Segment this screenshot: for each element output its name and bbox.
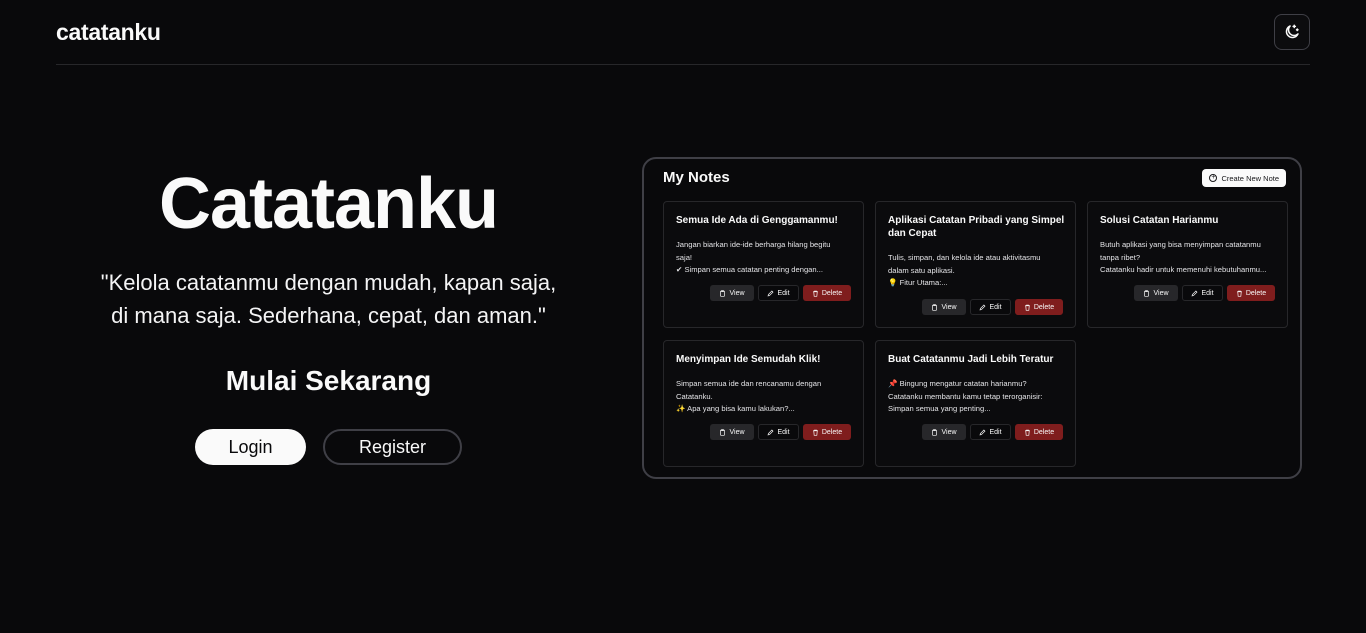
delete-button[interactable]: Delete [1227,285,1275,301]
note-card[interactable]: Menyimpan Ide Semudah Klik! Simpan semua… [663,340,864,467]
edit-button[interactable]: Edit [758,285,799,301]
note-card[interactable]: Semua Ide Ada di Genggamanmu! Jangan bia… [663,201,864,328]
edit-button[interactable]: Edit [758,424,799,440]
note-line-3: Catatanku hadir untuk memenuhi kebutuhan… [1100,265,1267,274]
note-line-1: Tulis, simpan, dan kelola ide atau aktiv… [888,253,1041,262]
view-button[interactable]: View [922,299,966,315]
edit-label: Edit [777,428,790,436]
pencil-icon [980,429,986,435]
note-actions: View Edit Delete [922,424,1063,440]
edit-button[interactable]: Edit [1182,285,1223,301]
note-title: Semua Ide Ada di Genggamanmu! [676,215,838,226]
edit-label: Edit [1201,289,1214,297]
note-body: Simpan semua ide dan rencanamu dengan Ca… [676,378,853,416]
note-title: Aplikasi Catatan Pribadi yang Simpel dan… [888,215,1065,239]
delete-button[interactable]: Delete [1015,424,1063,440]
delete-label: Delete [1245,289,1267,297]
note-line-1: Jangan biarkan ide-ide berharga hilang b… [676,240,831,249]
trash-icon [1024,304,1030,311]
delete-button[interactable]: Delete [1015,299,1063,315]
trash-icon [1024,429,1030,436]
pencil-icon [768,429,774,435]
hero-quote: "Kelola catatanmu dengan mudah, kapan sa… [56,266,601,332]
note-body: Tulis, simpan, dan kelola ide atau aktiv… [888,252,1065,290]
note-line-2: saja! [676,252,693,262]
edit-label: Edit [989,303,1002,311]
note-line-2: Catatanku. [676,391,713,401]
note-line-1: Butuh aplikasi yang bisa menyimpan catat… [1100,240,1261,249]
note-title: Menyimpan Ide Semudah Klik! [676,354,821,365]
theme-toggle-button[interactable] [1274,14,1310,50]
view-label: View [1153,289,1169,297]
delete-label: Delete [1033,428,1055,436]
note-actions: View Edit Delete [710,424,851,440]
note-card[interactable]: Solusi Catatan Harianmu Butuh aplikasi y… [1087,201,1288,328]
hero-section: Catatanku "Kelola catatanmu dengan mudah… [56,160,601,465]
hero-actions: Login Register [56,429,601,465]
note-line-3: ✔ Simpan semua catatan penting dengan... [676,265,823,274]
note-line-2: tanpa ribet? [1100,252,1141,262]
pencil-icon [980,304,986,310]
clipboard-icon [720,428,726,436]
trash-icon [1236,290,1242,297]
view-button[interactable]: View [1134,285,1178,301]
note-line-1: 📌 Bingung mengatur catatan harianmu? [888,379,1027,388]
clipboard-icon [932,428,938,436]
note-title: Solusi Catatan Harianmu [1100,215,1219,226]
note-actions: View Edit Delete [922,299,1063,315]
note-line-3: 💡 Fitur Utama:... [888,278,948,287]
note-title: Buat Catatanmu Jadi Lebih Teratur [888,354,1054,365]
pencil-icon [1192,290,1198,296]
preview-title: My Notes [663,169,730,186]
clipboard-icon [1144,289,1150,297]
note-body: Butuh aplikasi yang bisa menyimpan catat… [1100,239,1277,277]
trash-icon [812,429,818,436]
edit-button[interactable]: Edit [970,299,1011,315]
note-line-2: Catatanku membantu kamu tetap terorganis… [888,391,1043,401]
create-note-label: Create New Note [1221,173,1279,183]
view-button[interactable]: View [710,424,754,440]
hero-title: Catatanku [158,164,499,244]
hero-quote-line-2: di mana saja. Sederhana, cepat, dan aman… [111,303,546,328]
note-actions: View Edit Delete [710,285,851,301]
view-button[interactable]: View [922,424,966,440]
edit-label: Edit [777,289,790,297]
note-line-3: ✨ Apa yang bisa kamu lakukan?... [676,404,795,413]
view-button[interactable]: View [710,285,754,301]
hero-quote-line-1: "Kelola catatanmu dengan mudah, kapan sa… [100,270,557,295]
edit-button[interactable]: Edit [970,424,1011,440]
delete-label: Delete [1033,303,1055,311]
delete-label: Delete [821,289,843,297]
moon-stars-icon [1285,24,1299,39]
delete-button[interactable]: Delete [803,285,851,301]
view-label: View [729,289,745,297]
plus-circle-icon: + [1209,174,1218,182]
delete-label: Delete [821,428,843,436]
view-label: View [941,428,957,436]
clipboard-icon [932,303,938,311]
note-line-1: Simpan semua ide dan rencanamu dengan [676,379,822,388]
note-body: Jangan biarkan ide-ide berharga hilang b… [676,239,853,277]
notes-preview: My Notes + Create New Note Semua Ide Ada… [642,157,1302,479]
note-card[interactable]: Aplikasi Catatan Pribadi yang Simpel dan… [875,201,1076,328]
delete-button[interactable]: Delete [803,424,851,440]
edit-label: Edit [989,428,1002,436]
note-line-2: dalam satu aplikasi. [888,265,955,275]
clipboard-icon [720,289,726,297]
login-button[interactable]: Login [195,429,306,465]
create-new-note-button[interactable]: + Create New Note [1202,169,1286,187]
note-actions: View Edit Delete [1134,285,1275,301]
register-button[interactable]: Register [323,429,462,465]
trash-icon [812,290,818,297]
cta-heading: Mulai Sekarang [225,365,432,396]
note-card[interactable]: Buat Catatanmu Jadi Lebih Teratur 📌 Bing… [875,340,1076,467]
view-label: View [941,303,957,311]
brand-logo[interactable]: catatanku [56,19,161,46]
pencil-icon [768,290,774,296]
site-header: catatanku [56,0,1310,65]
view-label: View [729,428,745,436]
note-body: 📌 Bingung mengatur catatan harianmu? Cat… [888,378,1065,416]
note-line-3: Simpan semua yang penting... [888,404,991,413]
